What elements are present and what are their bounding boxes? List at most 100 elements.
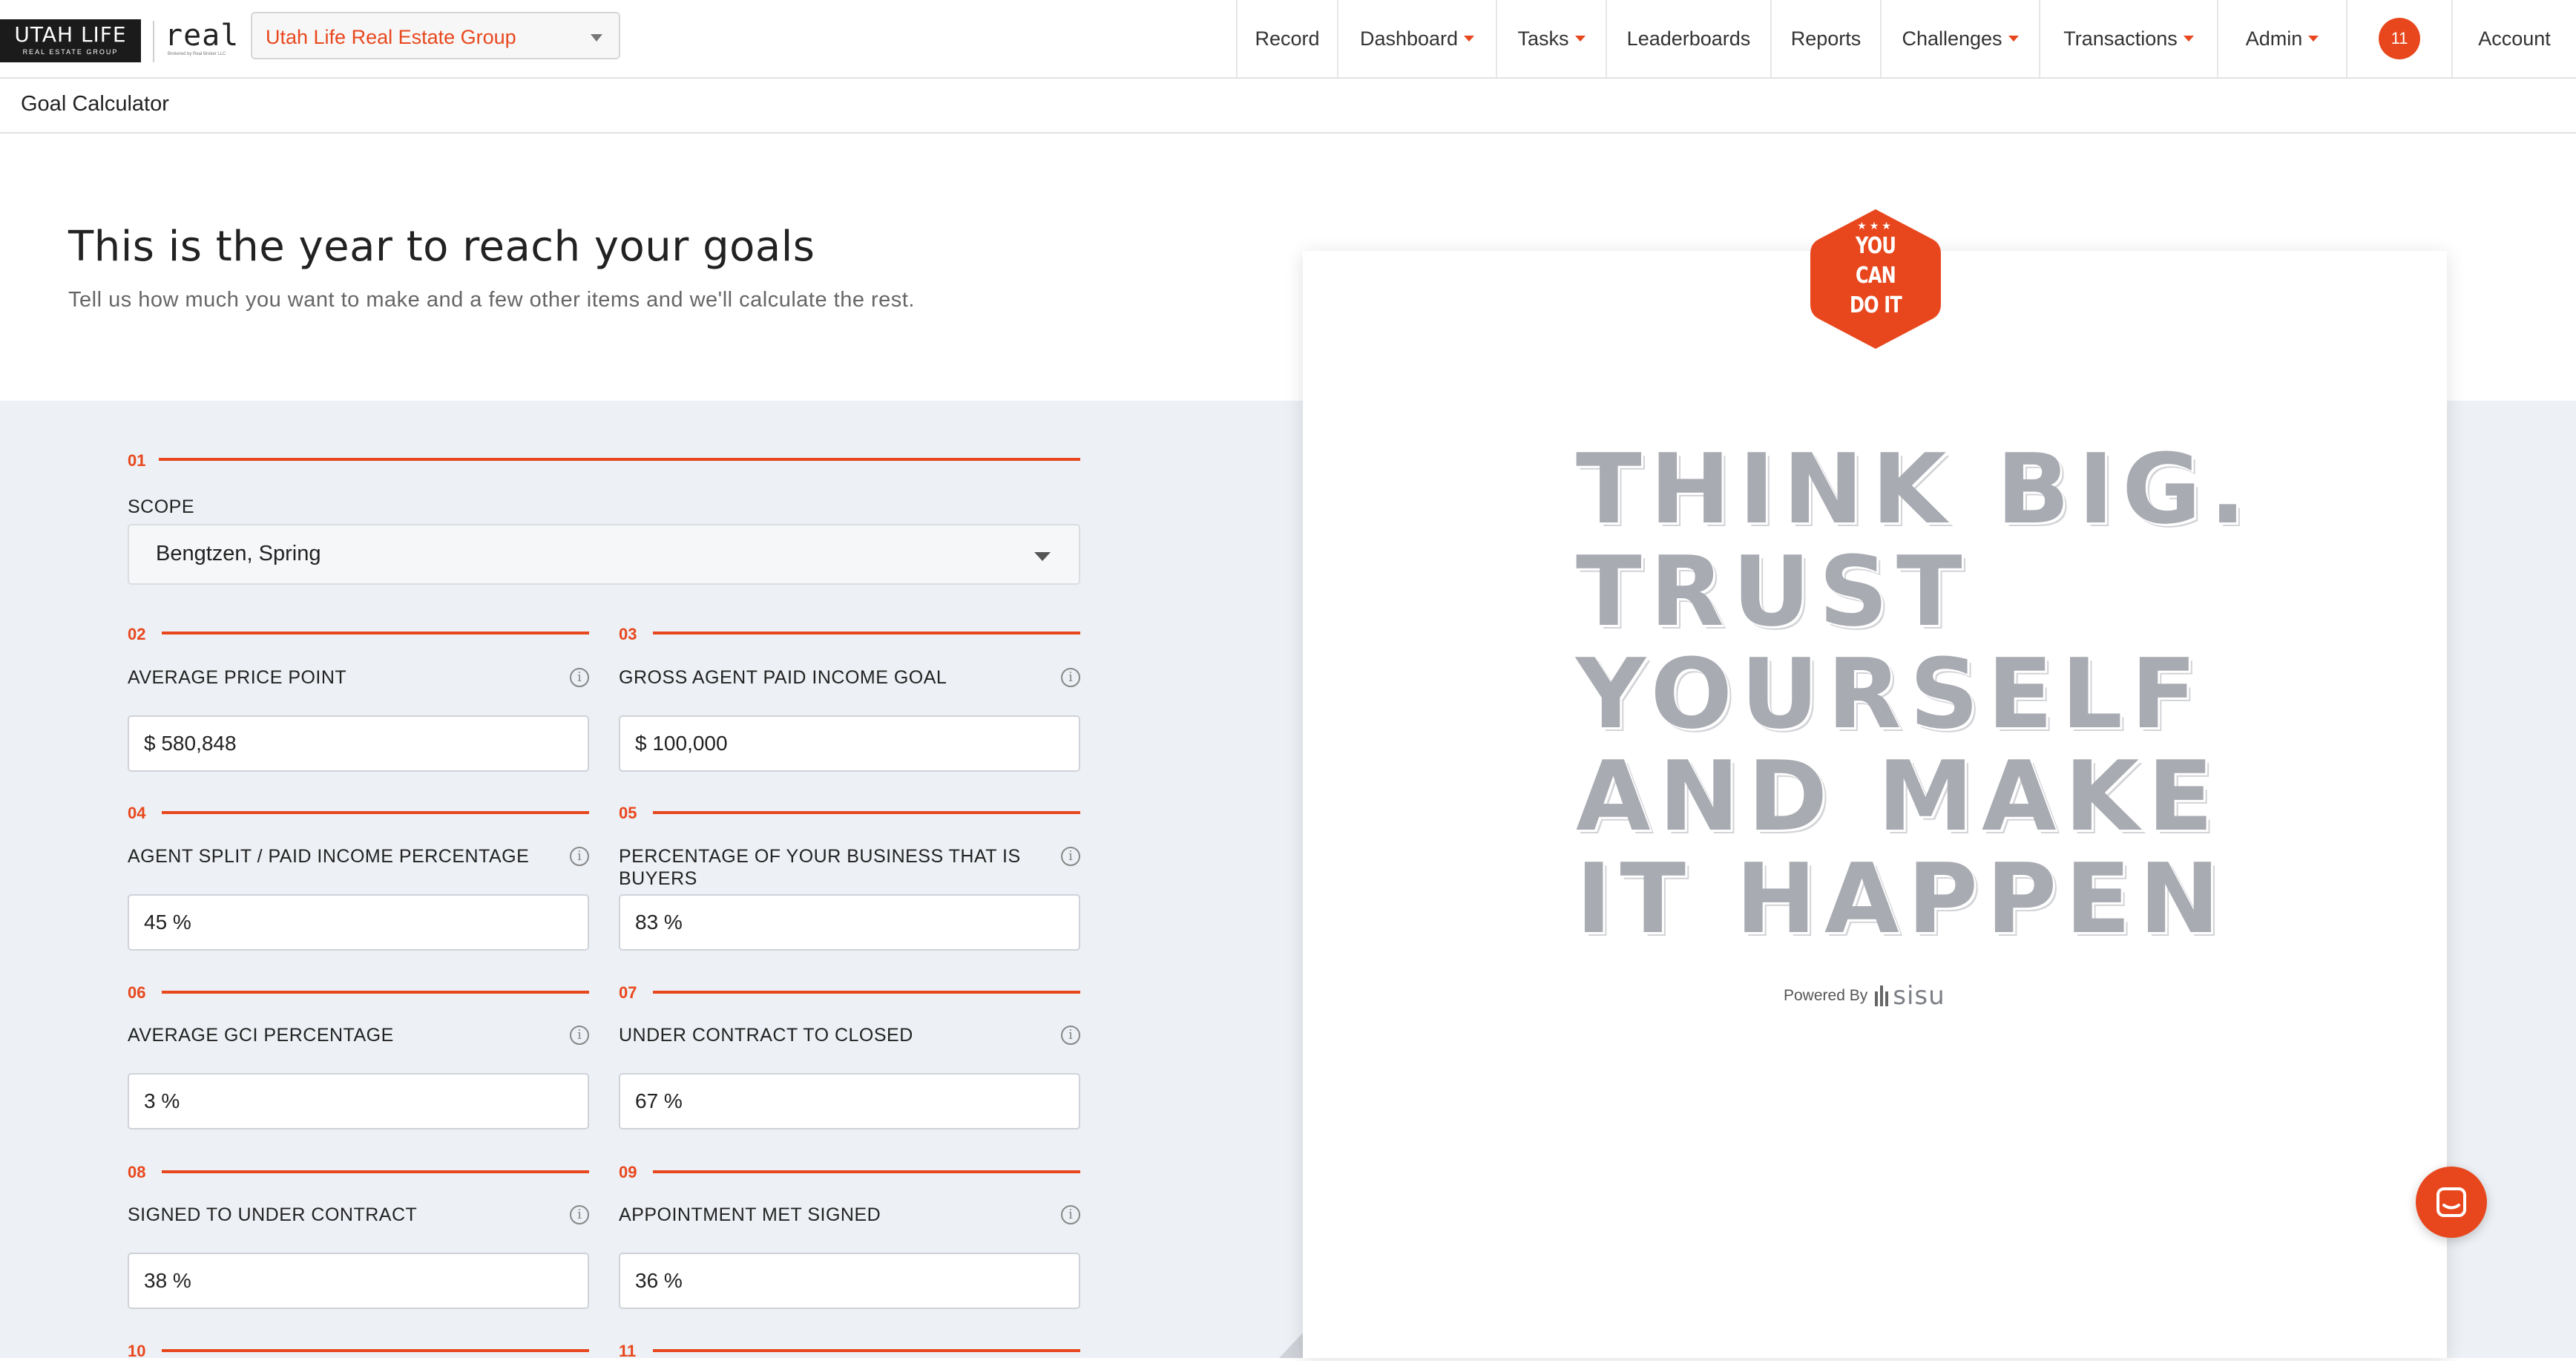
nav-reports-label: Reports — [1790, 27, 1862, 50]
section-number: 04 — [128, 804, 146, 822]
section-number: 07 — [619, 983, 637, 1002]
nav-dashboard-label: Dashboard — [1359, 27, 1459, 50]
gross-income-goal-label: GROSS AGENT PAID INCOME GOAL — [619, 667, 947, 688]
notification-badge: 11 — [2379, 18, 2420, 59]
chat-launcher-button[interactable] — [2416, 1167, 2487, 1238]
poster-line: THINK BIG. — [1576, 433, 2255, 545]
section-divider — [653, 991, 1080, 994]
poster-line: IT HAPPEN — [1576, 842, 2228, 955]
nav-transactions[interactable]: Transactions — [2039, 0, 2217, 77]
section-number: 08 — [128, 1163, 146, 1181]
nav-transactions-label: Transactions — [2063, 27, 2178, 50]
scope-label: SCOPE — [128, 496, 195, 517]
signed-to-under-contract-input[interactable]: 38 % — [128, 1253, 589, 1309]
nav-account[interactable]: Account — [2451, 0, 2576, 77]
card-corner-fold — [1279, 1333, 1303, 1358]
appointment-met-signed-input[interactable]: 36 % — [619, 1253, 1080, 1309]
nav-admin[interactable]: Admin — [2217, 0, 2346, 77]
gci-percentage-input[interactable]: 3 % — [128, 1073, 589, 1129]
nav-tasks[interactable]: Tasks — [1496, 0, 1606, 77]
caret-down-icon — [1574, 36, 1586, 42]
page-title: Goal Calculator — [21, 92, 169, 116]
main-nav: Record Dashboard Tasks Leaderboards Repo… — [1236, 0, 2576, 77]
average-price-point-input[interactable]: $ 580,848 — [128, 715, 589, 772]
info-icon[interactable]: i — [570, 1205, 589, 1224]
section-divider — [653, 1170, 1080, 1173]
section-divider — [159, 458, 1080, 461]
chevron-down-icon — [1034, 552, 1051, 561]
nav-record-label: Record — [1255, 27, 1320, 50]
average-price-point-label: AVERAGE PRICE POINT — [128, 667, 347, 688]
caret-down-icon — [1464, 36, 1475, 42]
badge-stars-icon: ★★★ — [1857, 220, 1894, 232]
info-icon[interactable]: i — [570, 1026, 589, 1045]
section-divider — [162, 991, 589, 994]
utah-life-logo[interactable]: UTAH LIFE REAL ESTATE GROUP — [0, 19, 141, 62]
nav-account-label: Account — [2478, 27, 2551, 50]
section-divider — [162, 632, 589, 634]
agent-split-label: AGENT SPLIT / PAID INCOME PERCENTAGE — [128, 846, 530, 867]
gci-percentage-label: AVERAGE GCI PERCENTAGE — [128, 1025, 394, 1046]
powered-by-sisu: Powered By sisu — [1784, 981, 1945, 1011]
nav-dashboard[interactable]: Dashboard — [1337, 0, 1496, 77]
section-number: 01 — [128, 451, 146, 470]
section-number: 02 — [128, 625, 146, 643]
section-divider — [653, 1349, 1080, 1352]
agent-split-input[interactable]: 45 % — [128, 894, 589, 951]
under-contract-to-closed-label: UNDER CONTRACT TO CLOSED — [619, 1025, 913, 1046]
under-contract-to-closed-input[interactable]: 67 % — [619, 1073, 1080, 1129]
team-select-dropdown[interactable]: Utah Life Real Estate Group — [251, 12, 620, 59]
nav-admin-label: Admin — [2245, 27, 2303, 50]
powered-by-label: Powered By — [1784, 987, 1868, 1004]
scope-select[interactable]: Bengtzen, Spring — [128, 524, 1080, 585]
logo-main-text: UTAH LIFE — [14, 22, 127, 47]
chevron-down-icon — [591, 34, 602, 42]
caret-down-icon — [2008, 36, 2019, 42]
nav-reports[interactable]: Reports — [1770, 0, 1880, 77]
caret-down-icon — [2183, 36, 2194, 42]
section-divider — [653, 632, 1080, 634]
badge-line: YOU — [1855, 233, 1896, 259]
nav-challenges-label: Challenges — [1902, 27, 2002, 50]
appointment-met-signed-label: APPOINTMENT MET SIGNED — [619, 1204, 881, 1225]
sisu-logo-icon — [1875, 986, 1889, 1006]
nav-notifications[interactable]: 11 — [2346, 0, 2451, 77]
section-divider — [162, 811, 589, 814]
info-icon[interactable]: i — [1061, 1026, 1080, 1045]
caret-down-icon — [2308, 36, 2319, 42]
signed-to-under-contract-label: SIGNED TO UNDER CONTRACT — [128, 1204, 418, 1225]
info-icon[interactable]: i — [570, 668, 589, 687]
buyers-percentage-input[interactable]: 83 % — [619, 894, 1080, 951]
section-number: 05 — [619, 804, 637, 822]
section-number: 06 — [128, 983, 146, 1002]
chat-icon — [2437, 1187, 2466, 1217]
info-icon[interactable]: i — [1061, 847, 1080, 866]
logo-divider — [153, 21, 154, 62]
section-divider — [162, 1170, 589, 1173]
intro-heading: This is the year to reach your goals — [68, 223, 815, 271]
nav-leaderboards-label: Leaderboards — [1626, 27, 1751, 50]
poster-line: AND MAKE — [1576, 740, 2222, 853]
info-icon[interactable]: i — [1061, 668, 1080, 687]
nav-challenges[interactable]: Challenges — [1880, 0, 2039, 77]
logo-sub-text: REAL ESTATE GROUP — [22, 48, 119, 56]
page-title-bar: Goal Calculator — [0, 79, 2576, 134]
section-divider — [162, 1349, 589, 1352]
info-icon[interactable]: i — [1061, 1205, 1080, 1224]
nav-leaderboards[interactable]: Leaderboards — [1606, 0, 1770, 77]
gross-income-goal-input[interactable]: $ 100,000 — [619, 715, 1080, 772]
top-navbar: UTAH LIFE REAL ESTATE GROUP real Brokere… — [0, 0, 2576, 79]
section-number: 10 — [128, 1342, 146, 1360]
section-number: 11 — [619, 1342, 637, 1360]
badge-line: CAN — [1856, 263, 1896, 289]
section-number: 03 — [619, 625, 637, 643]
nav-record[interactable]: Record — [1236, 0, 1337, 77]
real-logo-subtext: Brokered by Real Broker LLC — [168, 52, 226, 56]
section-divider — [653, 811, 1080, 814]
team-select-value: Utah Life Real Estate Group — [266, 26, 516, 48]
badge-line: DO IT — [1850, 292, 1902, 318]
badge-text: YOU CAN DO IT — [1807, 232, 1944, 321]
buyers-percentage-label: PERCENTAGE OF YOUR BUSINESS THAT IS BUYE… — [619, 846, 1021, 889]
section-number: 09 — [619, 1163, 637, 1181]
info-icon[interactable]: i — [570, 847, 589, 866]
